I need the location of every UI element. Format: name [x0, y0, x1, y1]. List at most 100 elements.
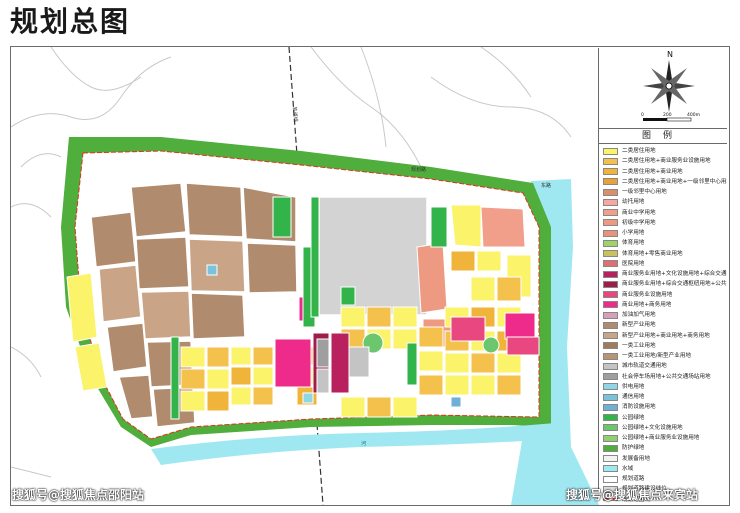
legend-label: 一类工业用地/新型产业用地	[622, 353, 692, 360]
legend-item: 水域	[603, 464, 727, 474]
compass-north: N	[667, 50, 673, 59]
legend-item: 加油加气用地	[603, 310, 727, 320]
legend-item: 通信用地	[603, 392, 727, 402]
legend-swatch	[603, 342, 618, 350]
legend-swatch	[603, 332, 618, 340]
legend-item: 体育用地	[603, 238, 727, 248]
legend-item: 商业服务业设施用地	[603, 290, 727, 300]
legend-swatch	[603, 403, 618, 411]
legend-swatch	[603, 373, 618, 381]
legend-swatch	[603, 383, 618, 391]
legend-item: 一类工业用地/新型产业用地	[603, 351, 727, 361]
legend-label: 防护绿地	[622, 445, 645, 452]
legend-item: 新型产业用地	[603, 320, 727, 330]
legend-label: 新型产业用地+商业用地+商务用地	[622, 332, 710, 339]
map-label-road-east: 东路	[541, 182, 551, 189]
legend-item: 城市轨道交通用地	[603, 361, 727, 371]
legend-title: 图例	[599, 128, 727, 144]
legend-label: 二类居住用地	[622, 148, 656, 155]
legend-swatch	[603, 188, 618, 196]
legend-swatch	[603, 455, 618, 463]
legend-label: 医院用地	[622, 260, 645, 267]
legend-label: 二类居住用地+商业用地	[622, 168, 683, 175]
legend-label: 水域	[622, 465, 634, 472]
legend-label: 二类居住用地+商业用地+一级邻里中心用地	[622, 178, 727, 185]
legend-swatch	[603, 362, 618, 370]
map-label-road-top: 规划路	[411, 166, 426, 173]
map-label-rail: 轨道线	[291, 107, 299, 123]
legend-label: 商业用地+商务用地	[622, 301, 672, 308]
legend-item: 规划道路	[603, 474, 727, 484]
legend-label: 城市轨道交通用地	[622, 363, 667, 370]
legend-swatch	[603, 280, 618, 288]
legend-swatch	[603, 393, 618, 401]
legend-swatch	[603, 168, 618, 176]
legend-label: 消防设施用地	[622, 404, 656, 411]
legend-item: 发展备用地	[603, 454, 727, 464]
legend-item: 体育用地+零售商业用地	[603, 249, 727, 259]
legend-label: 体育用地	[622, 240, 645, 247]
legend-label: 体育用地+零售商业用地	[622, 250, 683, 257]
reserve-block	[318, 196, 428, 316]
legend-item: 幼托用地	[603, 197, 727, 207]
legend-swatch	[603, 198, 618, 206]
legend-swatch	[603, 147, 618, 155]
legend-item: 公园绿地+商业服务业设施用地	[603, 433, 727, 443]
legend-item: 社会停车场用地+公共交通场站用地	[603, 372, 727, 382]
legend-label: 加油加气用地	[622, 312, 656, 319]
legend-swatch	[603, 311, 618, 319]
scale-tick-200: 200	[663, 112, 672, 118]
legend-label: 一类工业用地	[622, 342, 656, 349]
legend-item: 消防设施用地	[603, 402, 727, 412]
legend-swatch	[603, 260, 618, 268]
legend-item: 二类居住用地+商业用地	[603, 167, 727, 177]
page-title: 规划总图	[10, 5, 131, 38]
legend-label: 新型产业用地	[622, 322, 656, 329]
legend-swatch	[603, 444, 618, 452]
legend-label: 公园绿地+文化设施用地	[622, 424, 683, 431]
legend-swatch	[603, 219, 618, 227]
legend-item: 商业服务业用地+综合交通枢纽用地+公共交通站场用地+广场用地	[603, 279, 727, 289]
compass-rose: N 0 200 400m	[641, 50, 700, 122]
legend-label: 商业中学用地	[622, 209, 656, 216]
legend-item: 公园绿地+文化设施用地	[603, 423, 727, 433]
legend-label: 一级邻里中心用地	[622, 189, 667, 196]
legend-label: 公园绿地+商业服务业设施用地	[622, 435, 700, 442]
legend-swatch	[603, 250, 618, 258]
legend-panel: N 0 200 400m 图例 二类居住用地 二类居住用地+商业服务业设施用地 二类…	[598, 48, 728, 503]
legend-swatch	[603, 239, 618, 247]
legend-label: 公园绿地	[622, 414, 645, 421]
legend-swatch	[603, 301, 618, 309]
legend-swatch	[603, 178, 618, 186]
legend-label: 通信用地	[622, 394, 645, 401]
scale-label: 400m	[687, 112, 700, 118]
legend-item: 二类居住用地	[603, 146, 727, 156]
watermark-right: 搜狐号@搜狐焦点来宾站	[566, 488, 699, 502]
legend-item: 一类工业用地	[603, 341, 727, 351]
legend-label: 初级中学用地	[622, 219, 656, 226]
legend-swatch	[603, 465, 618, 473]
watermark-left: 搜狐号@搜狐焦点邵阳站	[12, 488, 145, 502]
legend-label: 幼托用地	[622, 199, 645, 206]
legend-swatch	[603, 270, 618, 278]
legend-label: 规划道路	[622, 476, 645, 483]
legend-item: 防护绿地	[603, 443, 727, 453]
legend-item: 初级中学用地	[603, 218, 727, 228]
plan-map[interactable]: 轨道线 河 东路 规划路	[11, 47, 599, 505]
legend-label: 供电用地	[622, 383, 645, 390]
legend-swatch	[603, 414, 618, 422]
legend-item: 新型产业用地+商业用地+商务用地	[603, 331, 727, 341]
legend-swatch	[603, 209, 618, 217]
legend-swatch	[603, 434, 618, 442]
legend-label: 社会停车场用地+公共交通场站用地	[622, 373, 711, 380]
legend-label: 小学用地	[622, 230, 645, 237]
legend-swatch	[603, 352, 618, 360]
legend-swatch	[603, 157, 618, 165]
legend-item: 小学用地	[603, 228, 727, 238]
map-label-river: 河	[361, 440, 366, 447]
legend-label: 二类居住用地+商业服务业设施用地	[622, 158, 711, 165]
legend-item: 商业服务业用地+文化设施用地+综合交通枢纽用地+广场用地	[603, 269, 727, 279]
legend-swatch	[603, 229, 618, 237]
scale-tick-0: 0	[641, 112, 644, 118]
legend-label: 发展备用地	[622, 455, 650, 462]
